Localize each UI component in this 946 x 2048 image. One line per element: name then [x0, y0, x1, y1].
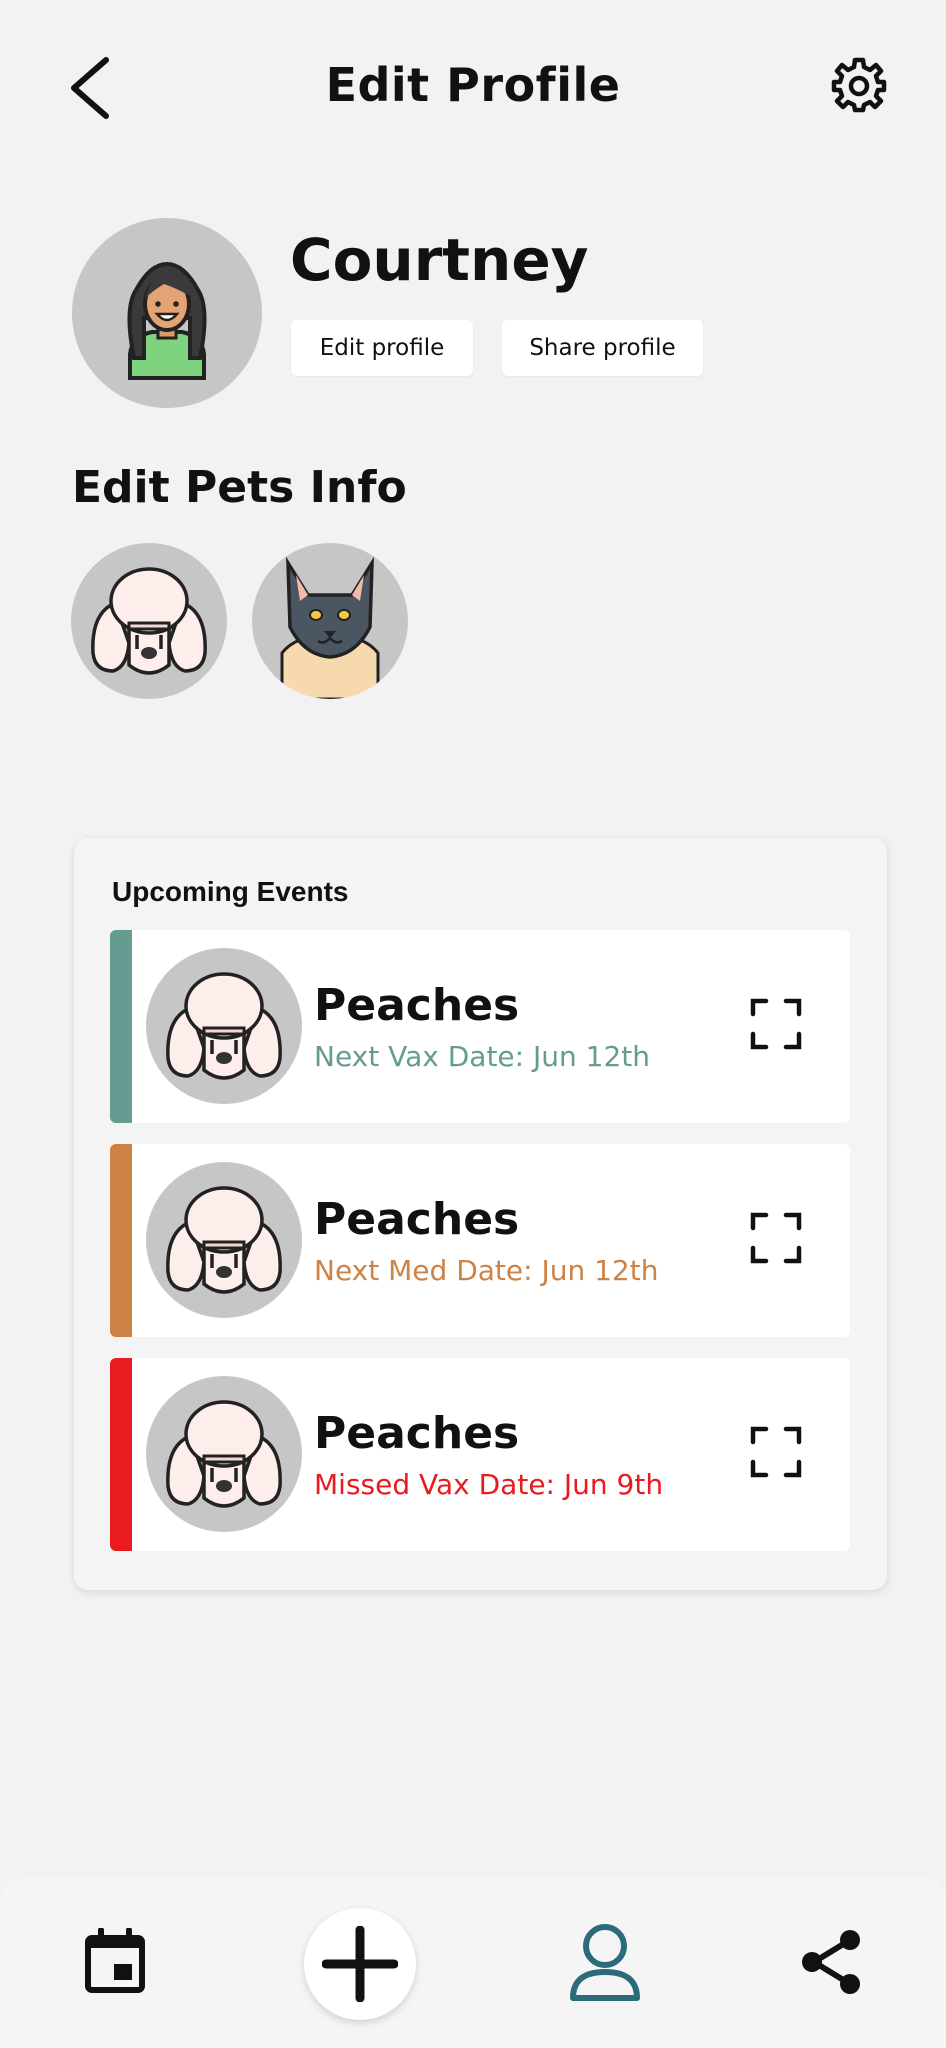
plus-icon [322, 1926, 398, 2002]
edit-profile-button[interactable]: Edit profile [291, 320, 473, 376]
share-profile-button[interactable]: Share profile [502, 320, 703, 376]
calendar-icon [85, 1927, 145, 1993]
event-detail: Next Med Date: Jun 12th [314, 1254, 659, 1287]
poodle-icon [166, 972, 282, 1080]
page-title: Edit Profile [325, 58, 621, 112]
bottom-nav [0, 1878, 946, 2048]
event-status-bar [110, 1358, 132, 1551]
event-item-med[interactable]: Peaches Next Med Date: Jun 12th [110, 1144, 850, 1337]
gear-icon [831, 57, 887, 113]
pet-avatar-cat[interactable] [252, 543, 408, 699]
share-icon [802, 1930, 860, 1994]
settings-button[interactable] [830, 56, 888, 114]
user-avatar-icon [127, 261, 207, 380]
section-title: Edit Pets Info [72, 462, 407, 513]
event-detail: Next Vax Date: Jun 12th [314, 1040, 650, 1073]
expand-icon[interactable] [750, 1212, 802, 1264]
event-pet-name: Peaches [314, 1194, 520, 1245]
avatar[interactable] [72, 218, 262, 408]
poodle-icon [166, 1186, 282, 1294]
event-status-bar [110, 930, 132, 1123]
upcoming-events-card: Upcoming Events Peaches Next Vax Date: J… [74, 838, 887, 1590]
event-pet-name: Peaches [314, 980, 520, 1031]
event-pet-avatar [146, 1376, 302, 1532]
nav-profile-button[interactable] [568, 1922, 642, 2002]
profile-name: Courtney [290, 226, 589, 294]
event-detail: Missed Vax Date: Jun 9th [314, 1468, 664, 1501]
pet-avatar-poodle[interactable] [71, 543, 227, 699]
user-icon [570, 1924, 640, 2001]
add-button[interactable] [304, 1908, 416, 2020]
event-status-bar [110, 1144, 132, 1337]
expand-icon[interactable] [750, 998, 802, 1050]
nav-calendar-button[interactable] [84, 1927, 146, 1994]
event-pet-avatar [146, 948, 302, 1104]
poodle-icon [91, 567, 207, 675]
events-title: Upcoming Events [112, 876, 349, 907]
cat-icon [280, 556, 380, 699]
event-item-vax[interactable]: Peaches Next Vax Date: Jun 12th [110, 930, 850, 1123]
event-pet-name: Peaches [314, 1408, 520, 1459]
header: Edit Profile [0, 0, 946, 180]
event-item-missed-vax[interactable]: Peaches Missed Vax Date: Jun 9th [110, 1358, 850, 1551]
nav-share-button[interactable] [798, 1928, 864, 1996]
event-pet-avatar [146, 1162, 302, 1318]
expand-icon[interactable] [750, 1426, 802, 1478]
poodle-icon [166, 1400, 282, 1508]
